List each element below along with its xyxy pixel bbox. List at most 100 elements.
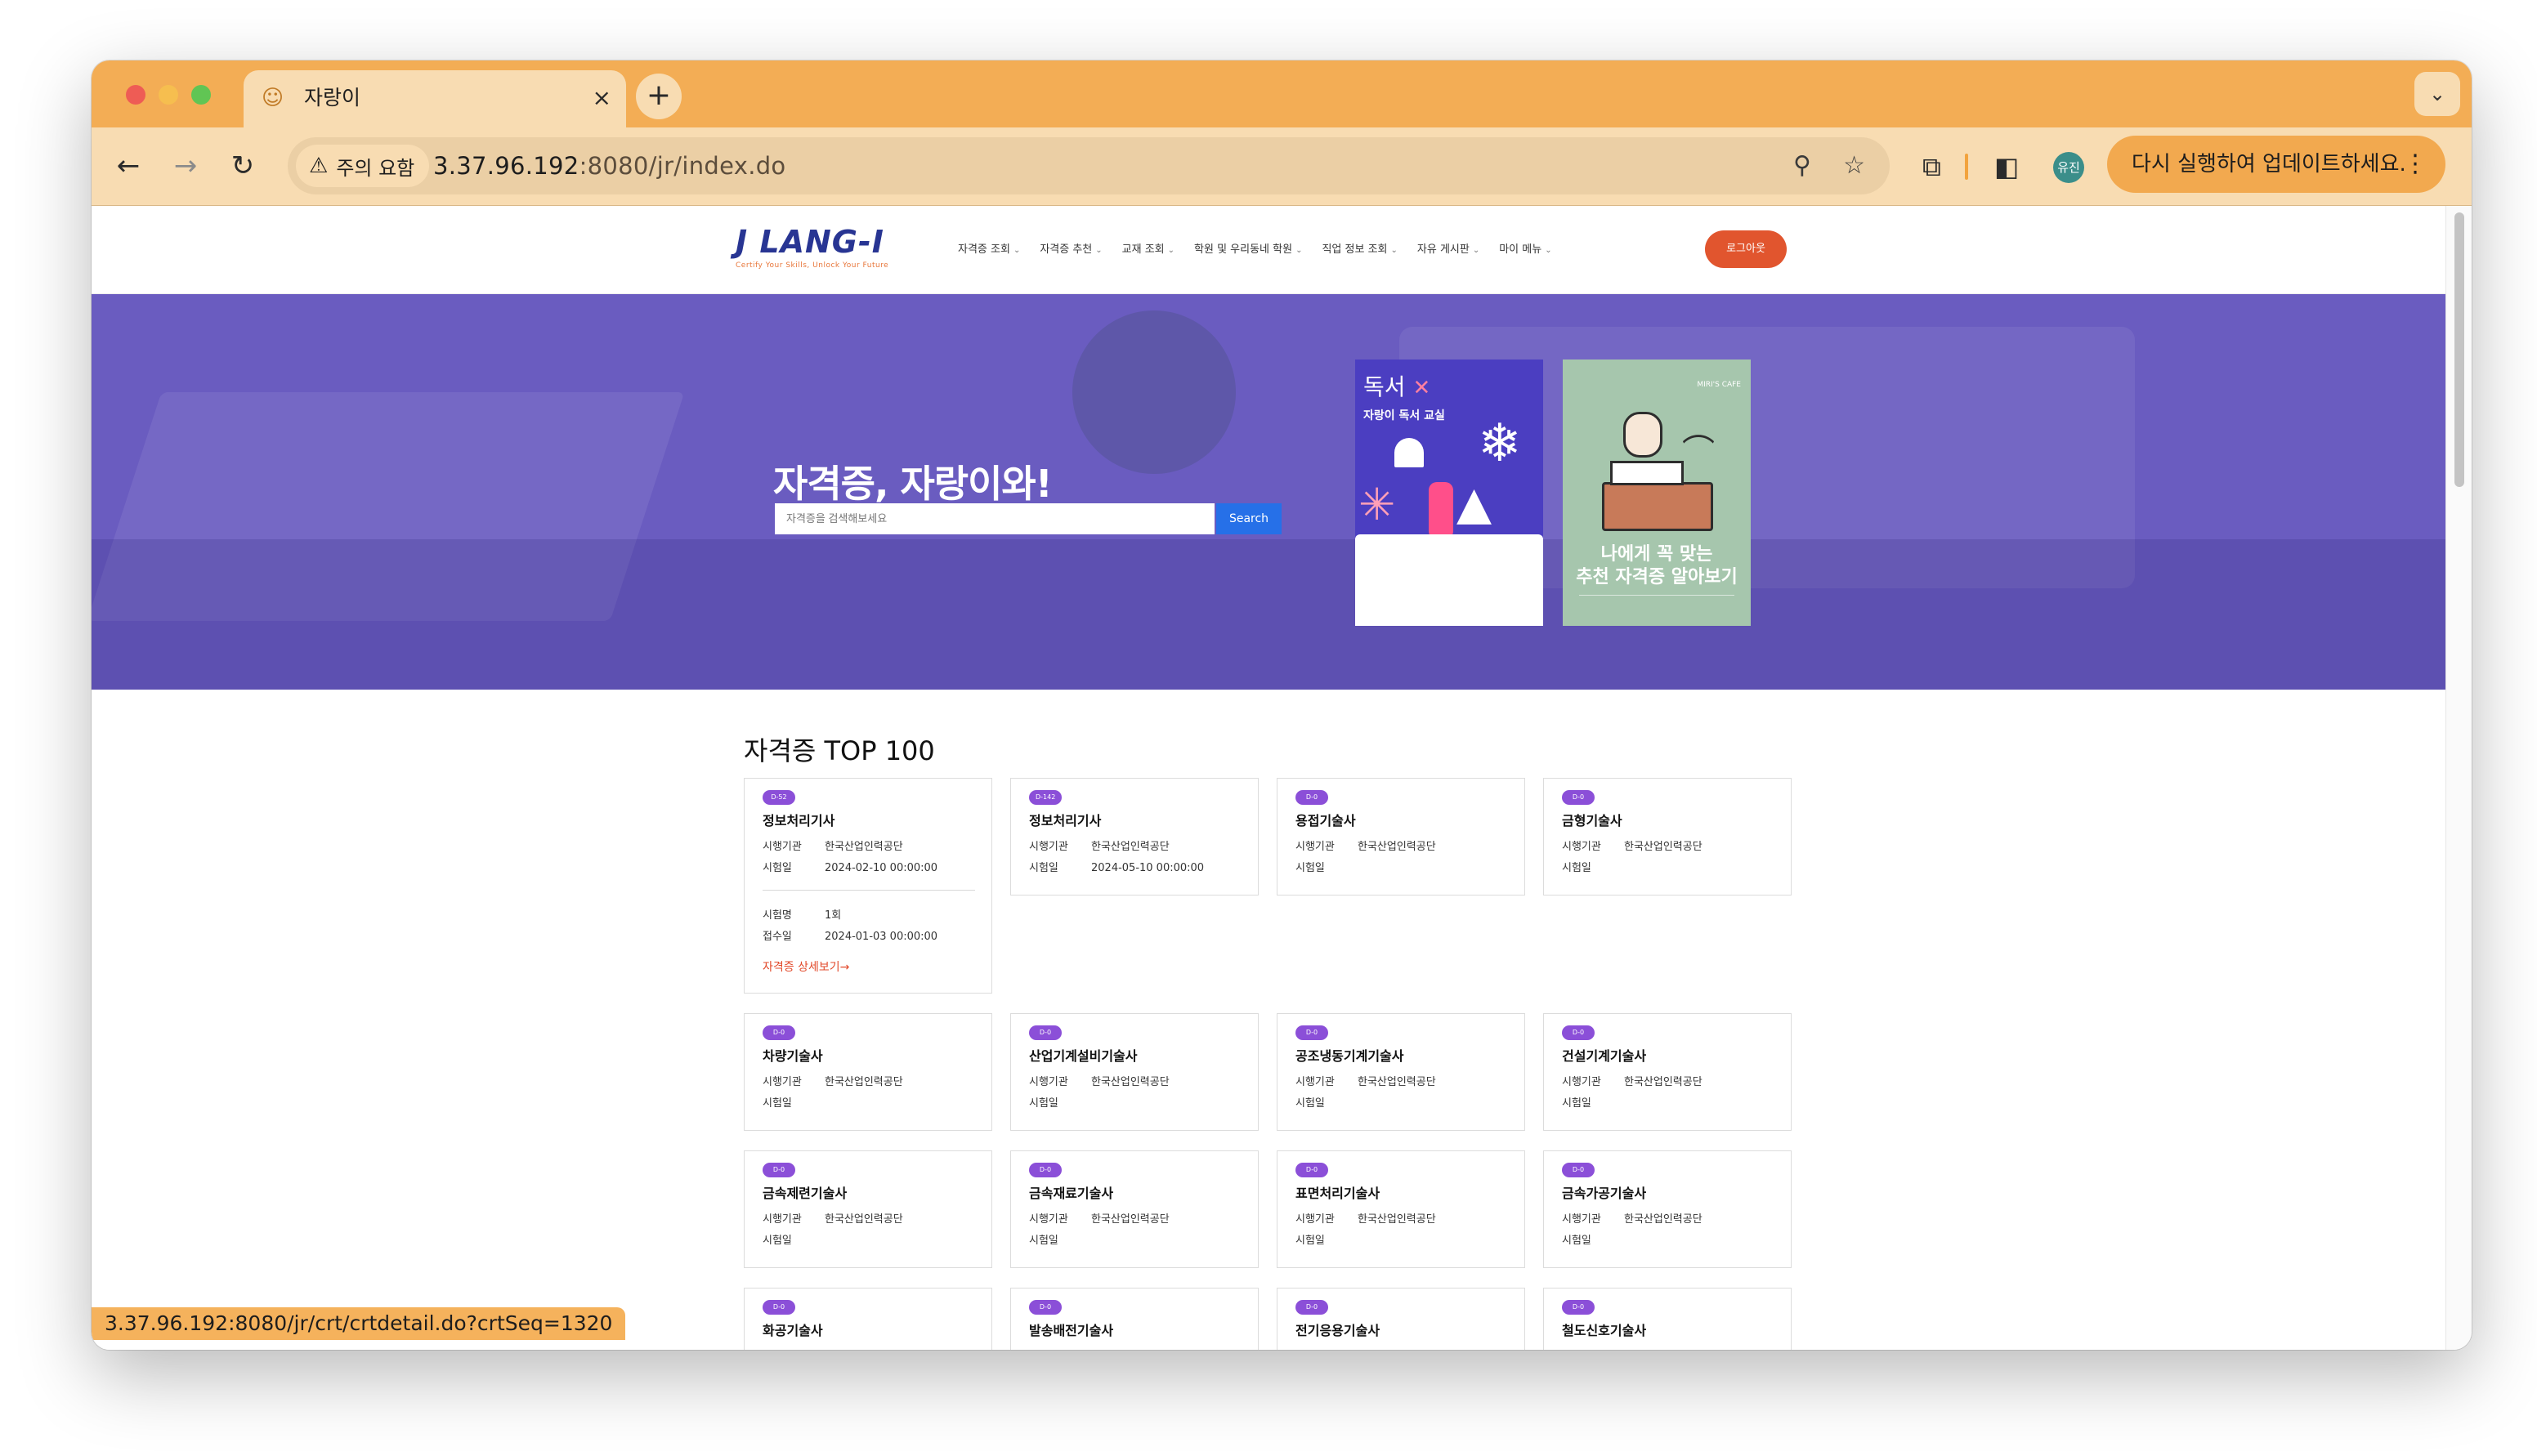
cert-name: 금속재료기술사 <box>1029 1186 1114 1201</box>
cert-card[interactable]: D-0 발송배전기술사 <box>1010 1288 1259 1350</box>
section-title: 자격증 TOP 100 <box>744 735 935 766</box>
cert-card[interactable]: D-0 금속가공기술사 시행기관 한국산업인력공단 시험일 <box>1543 1150 1792 1268</box>
search-button[interactable]: Search <box>1216 503 1282 534</box>
nav-item-job-info[interactable]: 직업 정보 조회 ⌄ <box>1322 240 1397 256</box>
cert-name: 산업기계설비기술사 <box>1029 1048 1138 1064</box>
nav-item-academy[interactable]: 학원 및 우리동네 학원 ⌄ <box>1194 240 1302 256</box>
cert-date-row: 시험일 <box>1562 1097 1591 1110</box>
dday-badge: D-0 <box>1562 1025 1595 1040</box>
dday-badge: D-0 <box>1295 1300 1328 1315</box>
site-logo[interactable]: J LANG-I Certify Your Skills, Unlock You… <box>736 224 888 270</box>
cert-date-row: 시험일 2024-02-10 00:00:00 <box>763 862 938 874</box>
update-label: 다시 실행하여 업데이트하세요. <box>2132 152 2406 176</box>
chevron-down-icon: ⌄ <box>1095 246 1103 255</box>
cert-date-row: 시험일 2024-05-10 00:00:00 <box>1029 862 1205 874</box>
logo-tagline: Certify Your Skills, Unlock Your Future <box>736 261 889 270</box>
tab-close-icon[interactable]: × <box>593 83 611 113</box>
url-text[interactable]: 3.37.96.192:8080/jr/index.do <box>433 150 785 181</box>
forward-arrow-icon[interactable]: → <box>167 147 204 185</box>
dday-badge: D-0 <box>1562 1163 1595 1177</box>
cert-card[interactable]: D-0 전기응용기술사 <box>1277 1288 1525 1350</box>
cert-card[interactable]: D-142 정보처리기사 시행기관 한국산업인력공단 시험일 2024-05-10 … <box>1010 778 1259 895</box>
minimize-window-button[interactable] <box>159 85 178 105</box>
nav-item-board[interactable]: 자유 게시판 ⌄ <box>1417 240 1479 256</box>
desk-illustration <box>1602 482 1713 531</box>
search-input[interactable] <box>775 503 1215 534</box>
chevron-down-icon: ⌄ <box>1545 246 1552 255</box>
dday-badge: D-0 <box>763 1025 795 1040</box>
maximize-window-button[interactable] <box>191 85 211 105</box>
cert-card[interactable]: D-52 정보처리기사 시행기관 한국산업인력공단 시험일 2024-02-10 0… <box>744 778 992 994</box>
zoom-icon[interactable]: ⚲ <box>1793 150 1811 181</box>
tab-active[interactable]: ☺ 자랑이 × <box>244 70 626 127</box>
tab-search-button[interactable]: ⌄ <box>2414 72 2460 116</box>
favicon-icon: ☺ <box>262 86 284 110</box>
cert-card[interactable]: D-0 용접기술사 시행기관 한국산업인력공단 시험일 <box>1277 778 1525 895</box>
nav-item-textbook[interactable]: 교재 조회 ⌄ <box>1122 240 1175 256</box>
tab-title: 자랑이 <box>304 86 361 109</box>
close-window-button[interactable] <box>126 85 145 105</box>
back-arrow-icon[interactable]: ← <box>110 147 147 185</box>
dday-badge: D-0 <box>763 1163 795 1177</box>
recommend-poster[interactable]: MIRI'S CAFE ⌒ 나에게 꼭 맞는 추천 자격증 알아보기 <box>1563 360 1751 626</box>
cert-name: 금형기술사 <box>1562 813 1622 828</box>
nav-item-cert-recommend[interactable]: 자격증 추천 ⌄ <box>1040 240 1102 256</box>
cert-agency-row: 시행기관 한국산업인력공단 <box>1029 1213 1170 1226</box>
window-illustration <box>1394 438 1424 467</box>
cert-agency-row: 시행기관 한국산업인력공단 <box>1029 841 1170 853</box>
cert-date-row: 시험일 <box>1029 1097 1058 1110</box>
reload-icon[interactable]: ↻ <box>224 147 262 185</box>
cert-card[interactable]: D-0 공조냉동기계기술사 시행기관 한국산업인력공단 시험일 <box>1277 1013 1525 1131</box>
cert-name: 정보처리기사 <box>763 813 835 828</box>
cert-card[interactable]: D-0 금형기술사 시행기관 한국산업인력공단 시험일 <box>1543 778 1792 895</box>
cert-card[interactable]: D-0 금속제련기술사 시행기관 한국산업인력공단 시험일 <box>744 1150 992 1268</box>
snowflake-icon: ✳ <box>1358 479 1396 530</box>
dday-badge: D-0 <box>1029 1163 1062 1177</box>
new-tab-button[interactable]: + <box>636 74 682 119</box>
extensions-puzzle-icon[interactable]: ⧉ <box>1922 150 1941 183</box>
nav-item-cert-search[interactable]: 자격증 조회 ⌄ <box>958 240 1020 256</box>
cert-date-row: 시험일 <box>1295 1235 1325 1247</box>
kebab-menu-icon[interactable]: ⋮ <box>2403 136 2427 193</box>
reading-class-poster[interactable]: 독서 ✕ 자랑이 독서 교실 ❄ ✳ ▲ <box>1355 360 1543 626</box>
address-bar[interactable]: ⚠ 주의 요함 3.37.96.192:8080/jr/index.do ⚲ ☆ <box>288 137 1890 194</box>
chevron-down-icon: ⌄ <box>1390 246 1398 255</box>
side-panel-icon[interactable]: ◧ <box>1994 150 2019 183</box>
cert-card[interactable]: D-0 차량기술사 시행기관 한국산업인력공단 시험일 <box>744 1013 992 1131</box>
chevron-down-icon: ⌄ <box>1013 246 1021 255</box>
url-host: 3.37.96.192 <box>433 152 579 180</box>
cert-date-row: 시험일 <box>1562 1235 1591 1247</box>
snowflake-icon: ❄ <box>1478 413 1522 474</box>
tree-icon: ▲ <box>1456 477 1492 530</box>
poster-fineprint <box>1579 595 1734 611</box>
bookmark-star-icon[interactable]: ☆ <box>1843 150 1865 181</box>
snow-ground <box>1355 534 1543 626</box>
security-chip[interactable]: ⚠ 주의 요함 <box>296 145 430 187</box>
status-url-bubble: 3.37.96.192:8080/jr/crt/crtdetail.do?crt… <box>92 1307 626 1340</box>
main-nav: 자격증 조회 ⌄ 자격증 추천 ⌄ 교재 조회 ⌄ 학원 및 우리동네 학원 ⌄ 직업 … <box>958 240 1552 256</box>
person-illustration <box>1429 482 1453 539</box>
cert-card[interactable]: D-0 표면처리기술사 시행기관 한국산업인력공단 시험일 <box>1277 1150 1525 1268</box>
poster-brand: MIRI'S CAFE <box>1697 381 1741 389</box>
cert-receipt-row: 접수일 2024-01-03 00:00:00 <box>763 931 938 943</box>
cert-agency-row: 시행기관 한국산업인력공단 <box>1029 1076 1170 1088</box>
update-button[interactable]: 다시 실행하여 업데이트하세요. ⋮ <box>2107 136 2445 193</box>
dday-badge: D-0 <box>1562 1300 1595 1315</box>
cert-card[interactable]: D-0 건설기계기술사 시행기관 한국산업인력공단 시험일 <box>1543 1013 1792 1131</box>
dday-badge: D-0 <box>1029 1025 1062 1040</box>
cert-card[interactable]: D-0 철도신호기술사 <box>1543 1288 1792 1350</box>
cert-card[interactable]: D-0 금속재료기술사 시행기관 한국산업인력공단 시험일 <box>1010 1150 1259 1268</box>
hero-bg-shape <box>1072 310 1236 474</box>
dday-badge: D-52 <box>763 790 795 805</box>
logout-button[interactable]: 로그아웃 <box>1705 230 1787 268</box>
cross-icon: ✕ <box>1412 376 1431 400</box>
cert-card[interactable]: D-0 화공기술사 <box>744 1288 992 1350</box>
page-scrollbar[interactable] <box>2445 206 2472 1350</box>
cert-date-row: 시험일 <box>763 1235 792 1247</box>
nav-item-my-menu[interactable]: 마이 메뉴 ⌄ <box>1499 240 1551 256</box>
profile-avatar[interactable]: 유진 <box>2053 152 2084 183</box>
browser-toolbar: ← → ↻ ⚠ 주의 요함 3.37.96.192:8080/jr/index.… <box>92 127 2472 206</box>
cert-detail-link[interactable]: 자격증 상세보기→ <box>763 958 849 975</box>
cert-card[interactable]: D-0 산업기계설비기술사 시행기관 한국산업인력공단 시험일 <box>1010 1013 1259 1131</box>
scrollbar-thumb[interactable] <box>2454 212 2464 487</box>
